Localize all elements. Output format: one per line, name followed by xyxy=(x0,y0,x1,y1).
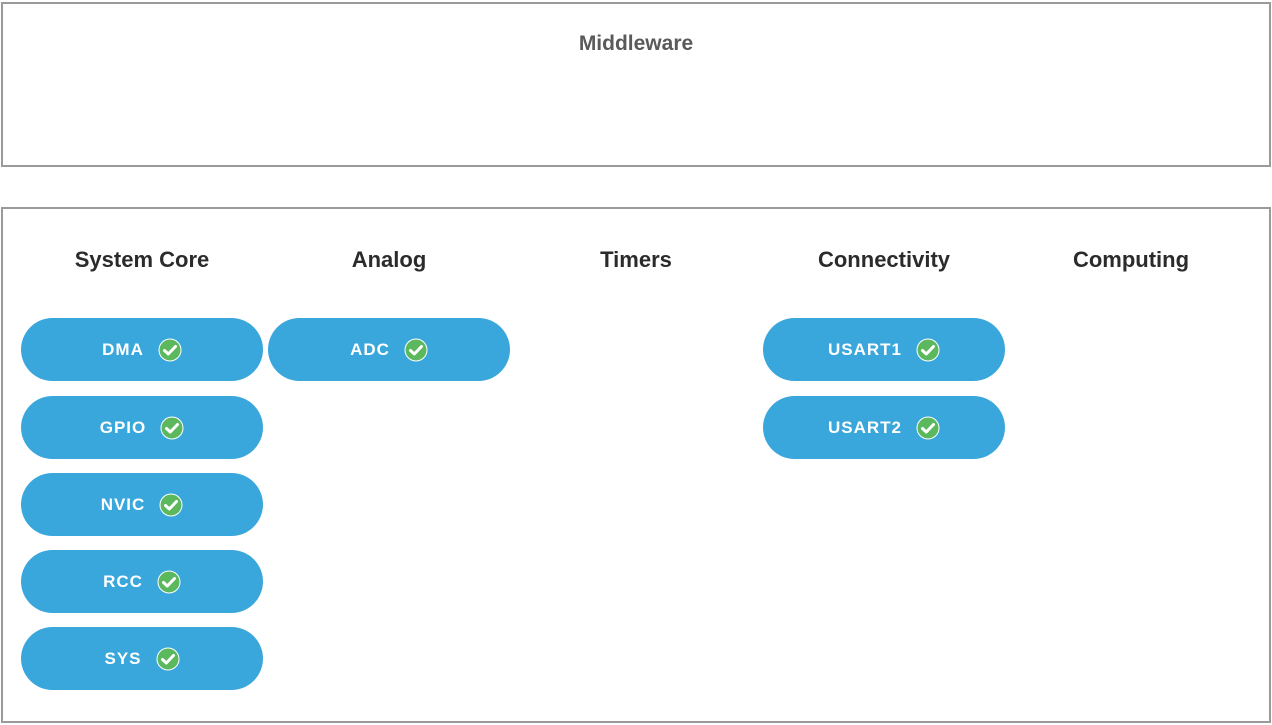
middleware-title: Middleware xyxy=(578,32,694,55)
column-header-system-core: System Core xyxy=(74,247,210,272)
peripheral-label: NVIC xyxy=(100,494,146,514)
peripheral-button-rcc[interactable]: RCC xyxy=(21,550,263,613)
peripheral-button-dma[interactable]: DMA xyxy=(21,318,263,381)
peripheral-button-adc[interactable]: ADC xyxy=(268,318,510,381)
middleware-panel: Middleware xyxy=(1,2,1271,167)
categories-panel: System Core Analog Timers Connectivity C… xyxy=(1,207,1271,723)
column-header-computing: Computing xyxy=(1072,247,1190,272)
configured-check-icon xyxy=(916,338,940,362)
configured-check-icon xyxy=(157,570,181,594)
peripheral-button-gpio[interactable]: GPIO xyxy=(21,396,263,459)
peripheral-label: ADC xyxy=(350,339,390,359)
peripheral-button-usart2[interactable]: USART2 xyxy=(763,396,1005,459)
peripheral-button-usart1[interactable]: USART1 xyxy=(763,318,1005,381)
peripheral-label: USART1 xyxy=(827,339,902,359)
peripheral-label: DMA xyxy=(102,339,144,359)
peripheral-button-nvic[interactable]: NVIC xyxy=(21,473,263,536)
configured-check-icon xyxy=(160,416,184,440)
configured-check-icon xyxy=(158,338,182,362)
peripheral-button-sys[interactable]: SYS xyxy=(21,627,263,690)
configured-check-icon xyxy=(916,416,940,440)
column-header-connectivity: Connectivity xyxy=(817,247,951,272)
column-header-analog: Analog xyxy=(351,247,427,272)
configured-check-icon xyxy=(404,338,428,362)
peripheral-label: USART2 xyxy=(827,417,902,437)
configured-check-icon xyxy=(156,647,180,671)
peripheral-label: GPIO xyxy=(99,417,147,437)
peripheral-label: RCC xyxy=(103,571,143,591)
configured-check-icon xyxy=(159,493,183,517)
column-header-timers: Timers xyxy=(600,247,672,272)
peripheral-label: SYS xyxy=(104,648,142,668)
